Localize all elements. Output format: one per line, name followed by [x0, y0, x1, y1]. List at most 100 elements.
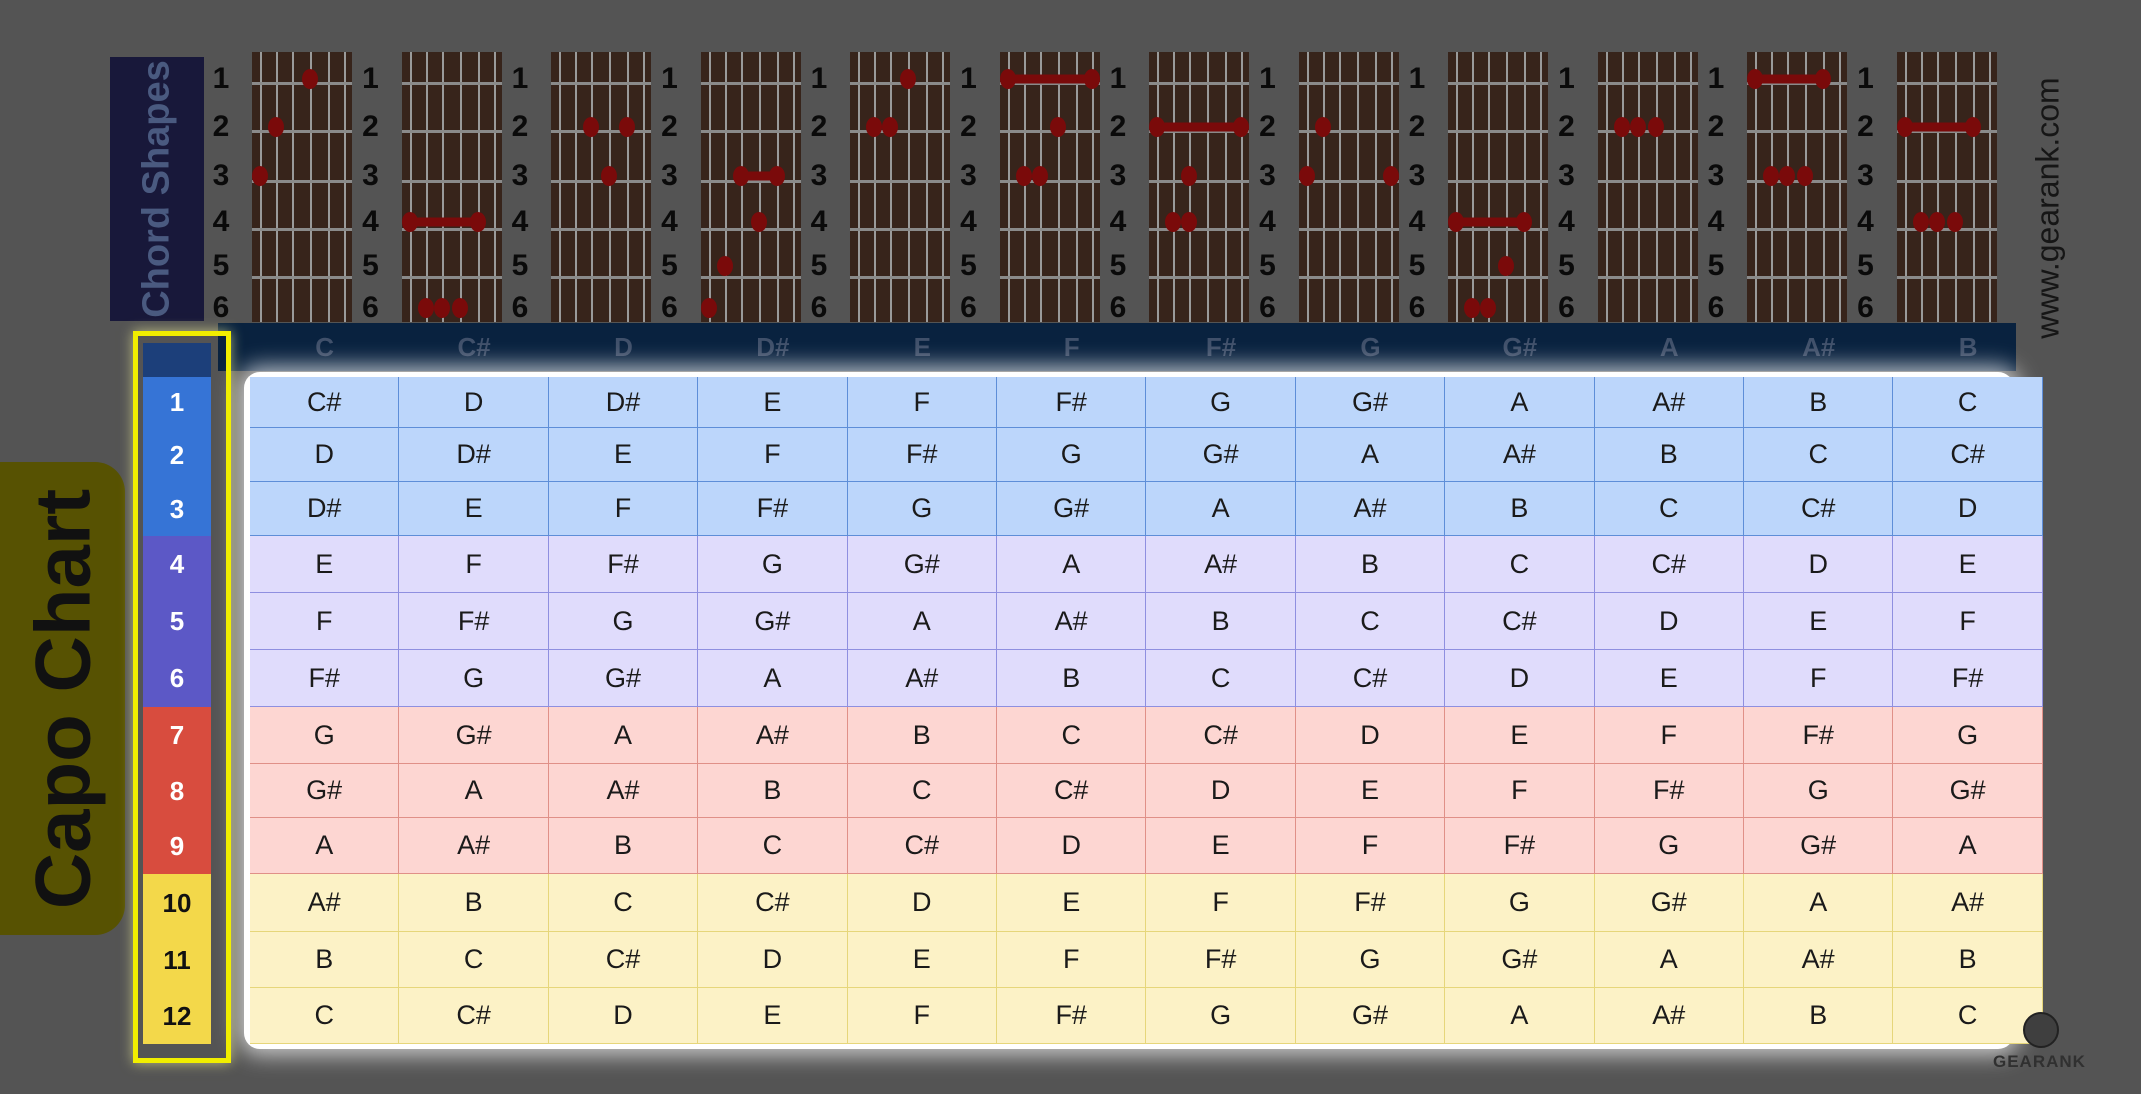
- string-number: 3: [1402, 161, 1432, 191]
- string-number: 5: [206, 251, 236, 281]
- chord-header: G: [1296, 323, 1445, 371]
- table-cell: B: [1296, 536, 1445, 593]
- table-cell: B: [698, 764, 847, 818]
- string-number: 4: [954, 207, 984, 237]
- table-cell: D: [848, 874, 997, 932]
- guitar-string: [1921, 52, 1923, 322]
- finger-dot: [1084, 69, 1100, 89]
- string-number: 4: [1103, 207, 1133, 237]
- table-cell: F#: [399, 593, 548, 650]
- fret-wire: [402, 82, 502, 85]
- table-cell: C: [1744, 428, 1893, 482]
- fret-wire: [1747, 276, 1847, 279]
- fret-wire: [1000, 180, 1100, 183]
- finger-dot: [1181, 212, 1197, 232]
- guitar-string: [478, 52, 480, 322]
- table-cell: A: [1445, 377, 1594, 428]
- guitar-string: [1656, 52, 1658, 322]
- table-cell: B: [848, 707, 997, 764]
- string-number: 1: [1253, 64, 1283, 94]
- table-cell: G#: [997, 482, 1146, 536]
- guitar-string: [276, 52, 278, 322]
- table-cell: A: [1744, 874, 1893, 932]
- finger-dot: [1480, 298, 1496, 318]
- table-cell: A: [1893, 818, 2042, 874]
- guitar-string: [1472, 52, 1474, 322]
- string-number: 5: [1253, 251, 1283, 281]
- guitar-string: [1805, 52, 1807, 322]
- guitar-string: [627, 52, 629, 322]
- guitar-string: [1241, 52, 1243, 322]
- table-cell: D: [1893, 482, 2042, 536]
- finger-dot: [1383, 166, 1399, 186]
- finger-dot: [882, 117, 898, 137]
- finger-dot: [1165, 212, 1181, 232]
- table-cell: E: [848, 932, 997, 988]
- website-url: www.gearank.com: [2030, 77, 2067, 338]
- barre-line: [1905, 123, 1973, 132]
- chord-header: F: [997, 323, 1146, 371]
- table-cell: G: [549, 593, 698, 650]
- table-cell: C: [698, 818, 847, 874]
- string-number: 5: [954, 251, 984, 281]
- guitar-string: [1092, 52, 1094, 322]
- guitar-string: [1771, 52, 1773, 322]
- chord-header: A: [1595, 323, 1744, 371]
- string-number: 5: [1552, 251, 1582, 281]
- finger-dot: [1614, 117, 1630, 137]
- finger-dot: [1815, 69, 1831, 89]
- barre-line: [410, 218, 478, 227]
- table-cell: B: [549, 818, 698, 874]
- string-number: 2: [356, 112, 386, 142]
- finger-dot: [619, 117, 635, 137]
- finger-dot: [1233, 117, 1249, 137]
- table-cell: G#: [1296, 988, 1445, 1044]
- finger-dot: [1648, 117, 1664, 137]
- guitar-string: [1755, 52, 1757, 322]
- finger-dot: [434, 298, 450, 318]
- string-number: 6: [356, 293, 386, 323]
- finger-dot: [470, 212, 486, 232]
- table-cell: F#: [997, 377, 1146, 428]
- fretboard: [1598, 52, 1698, 322]
- string-number: 4: [1402, 207, 1432, 237]
- table-cell: A: [698, 650, 847, 707]
- table-cell: F#: [848, 428, 997, 482]
- fret-wire: [1747, 228, 1847, 231]
- string-number: 3: [1552, 161, 1582, 191]
- table-cell: D: [698, 932, 847, 988]
- guitar-string: [559, 52, 561, 322]
- table-cell: G: [1445, 874, 1594, 932]
- table-cell: E: [1595, 650, 1744, 707]
- table-cell: G#: [250, 764, 399, 818]
- chord-header: D: [549, 323, 698, 371]
- guitar-string: [609, 52, 611, 322]
- guitar-string: [575, 52, 577, 322]
- finger-dot: [1299, 166, 1315, 186]
- table-cell: B: [399, 874, 548, 932]
- string-number: 5: [1851, 251, 1881, 281]
- table-cell: B: [1744, 377, 1893, 428]
- guitar-string: [1690, 52, 1692, 322]
- guitar-string: [1207, 52, 1209, 322]
- table-cell: F: [250, 593, 399, 650]
- guitar-string: [1638, 52, 1640, 322]
- string-number: 2: [1552, 112, 1582, 142]
- table-cell: B: [250, 932, 399, 988]
- table-cell: A#: [848, 650, 997, 707]
- table-cell: C: [997, 707, 1146, 764]
- table-cell: A#: [997, 593, 1146, 650]
- table-cell: E: [1296, 764, 1445, 818]
- table-cell: C: [1296, 593, 1445, 650]
- capo-chart-tab: Capo Chart: [0, 462, 125, 935]
- finger-dot: [452, 298, 468, 318]
- guitar-string: [310, 52, 312, 322]
- guitar-string: [1375, 52, 1377, 322]
- fret-wire: [701, 82, 801, 85]
- table-cell: A#: [1595, 377, 1744, 428]
- guitar-string: [1989, 52, 1991, 322]
- finger-dot: [1897, 117, 1913, 137]
- chord-shapes-panel: Chord Shapes: [110, 57, 204, 321]
- guitar-string: [1787, 52, 1789, 322]
- table-cell: A#: [1146, 536, 1295, 593]
